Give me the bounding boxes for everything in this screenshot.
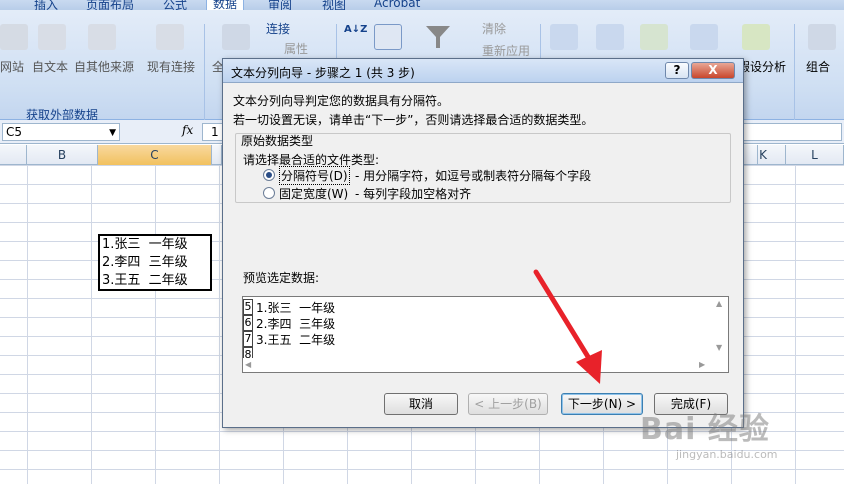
from-web-button[interactable]: 网站 [0, 58, 24, 75]
close-button[interactable]: X [691, 62, 735, 79]
consolidate-icon[interactable] [690, 24, 718, 50]
clear-filter-button[interactable]: 清除 [482, 20, 506, 37]
preview-vertical-scrollbar[interactable]: ▲ ▼ [712, 297, 728, 357]
preview-row-number: 6 [243, 315, 253, 331]
tab-acrobat[interactable]: Acrobat [374, 0, 420, 10]
dialog-title-bar[interactable]: 文本分列向导 - 步骤之 1 (共 3 步) ? X [223, 59, 743, 83]
existing-connections-button[interactable]: 现有连接 [147, 58, 195, 75]
what-if-analysis-button[interactable]: 假设分析 [738, 58, 786, 75]
refresh-all-icon[interactable] [222, 24, 250, 50]
preview-row: 2.李四 三年级 [256, 317, 336, 331]
group-separator [794, 24, 795, 120]
delimited-radio[interactable] [263, 169, 275, 181]
scroll-up-icon[interactable]: ▲ [716, 299, 722, 308]
selected-cells[interactable]: 1.张三 一年级 2.李四 三年级 3.王五 二年级 [98, 234, 212, 291]
tab-data[interactable]: 数据 [206, 0, 245, 11]
insert-function-icon[interactable]: fx [182, 123, 193, 137]
fixed-width-description: - 每列字段加空格对齐 [355, 187, 472, 201]
remove-duplicates-icon[interactable] [596, 24, 624, 50]
back-button[interactable]: < 上一步(B) [468, 393, 548, 415]
web-source-icon[interactable] [0, 24, 28, 50]
cell-c5[interactable]: 1.张三 一年级 [102, 236, 210, 254]
chevron-down-icon[interactable]: ▼ [109, 125, 116, 141]
what-if-icon[interactable] [742, 24, 770, 50]
ribbon-tab-bar: 插入 页面布局 公式 数据 审阅 视图 Acrobat [0, 0, 844, 12]
column-header-c[interactable]: C [98, 145, 212, 165]
preview-label: 预览选定数据: [243, 271, 320, 285]
existing-connections-icon[interactable] [156, 24, 184, 50]
group-separator [204, 24, 205, 120]
scroll-down-icon[interactable]: ▼ [716, 343, 722, 352]
select-all-corner[interactable] [0, 145, 27, 165]
reapply-filter-button[interactable]: 重新应用 [482, 42, 530, 59]
connections-button[interactable]: 连接 [266, 20, 290, 37]
group-button[interactable]: 组合 [806, 58, 830, 75]
from-other-sources-button[interactable]: 自其他来源 [74, 58, 134, 75]
filter-icon[interactable] [424, 24, 452, 50]
dialog-description-2: 若一切设置无误，请单击“下一步”，否则请选择最合适的数据类型。 [233, 113, 594, 127]
group-icon[interactable] [808, 24, 836, 50]
preview-row-numbers: 5 6 7 8 [243, 297, 254, 363]
watermark-url: jingyan.baidu.com [676, 448, 778, 461]
cell-c6[interactable]: 2.李四 三年级 [102, 254, 210, 272]
scroll-right-icon[interactable]: ▶ [699, 360, 705, 369]
preview-row-number: 5 [243, 299, 253, 315]
column-header-d[interactable] [212, 145, 222, 165]
preview-horizontal-scrollbar[interactable]: ◀ ▶ [243, 358, 713, 372]
other-sources-icon[interactable] [88, 24, 116, 50]
data-type-group-title: 原始数据类型 [241, 134, 314, 148]
next-button[interactable]: 下一步(N) > [561, 393, 643, 415]
watermark: Bai 经验 jingyan.baidu.com [640, 404, 778, 461]
name-box-value: C5 [6, 125, 23, 139]
properties-button[interactable]: 属性 [284, 40, 308, 57]
column-header-b[interactable]: B [27, 145, 98, 165]
fixed-width-radio[interactable] [263, 187, 275, 199]
column-header-k[interactable]: K [740, 145, 786, 165]
dialog-title: 文本分列向导 - 步骤之 1 (共 3 步) [231, 66, 415, 80]
data-validation-icon[interactable] [640, 24, 668, 50]
from-text-button[interactable]: 自文本 [32, 58, 68, 75]
baidu-jingyan-logo: Bai 经验 [640, 412, 770, 447]
sort-icon[interactable]: A↓Z [344, 24, 372, 50]
cancel-button[interactable]: 取消 [384, 393, 458, 415]
fixed-width-label[interactable]: 固定宽度(W) [279, 185, 348, 202]
column-header-l[interactable]: L [786, 145, 844, 165]
data-preview[interactable]: 5 6 7 8 1.张三 一年级 2.李四 三年级 3.王五 二年级 ▲ ▼ ◀… [242, 296, 729, 373]
preview-row: 3.王五 二年级 [256, 333, 336, 347]
help-button[interactable]: ? [665, 62, 689, 79]
name-box[interactable]: C5 ▼ [2, 123, 120, 141]
preview-row: 1.张三 一年级 [256, 301, 336, 315]
text-to-columns-dialog: 文本分列向导 - 步骤之 1 (共 3 步) ? X 文本分列向导判定您的数据具… [222, 58, 744, 428]
dialog-description-1: 文本分列向导判定您的数据具有分隔符。 [233, 94, 450, 108]
annotation-arrow-icon [533, 269, 602, 384]
text-to-columns-icon[interactable] [550, 24, 578, 50]
delimited-label[interactable]: 分隔符号(D) [279, 166, 350, 185]
sort-dialog-icon[interactable] [374, 24, 402, 50]
cell-c7[interactable]: 3.王五 二年级 [102, 272, 210, 290]
delimited-description: - 用分隔字符，如逗号或制表符分隔每个字段 [355, 169, 592, 183]
preview-row-number: 7 [243, 331, 253, 347]
text-file-icon[interactable] [38, 24, 66, 50]
scroll-left-icon[interactable]: ◀ [245, 360, 251, 369]
